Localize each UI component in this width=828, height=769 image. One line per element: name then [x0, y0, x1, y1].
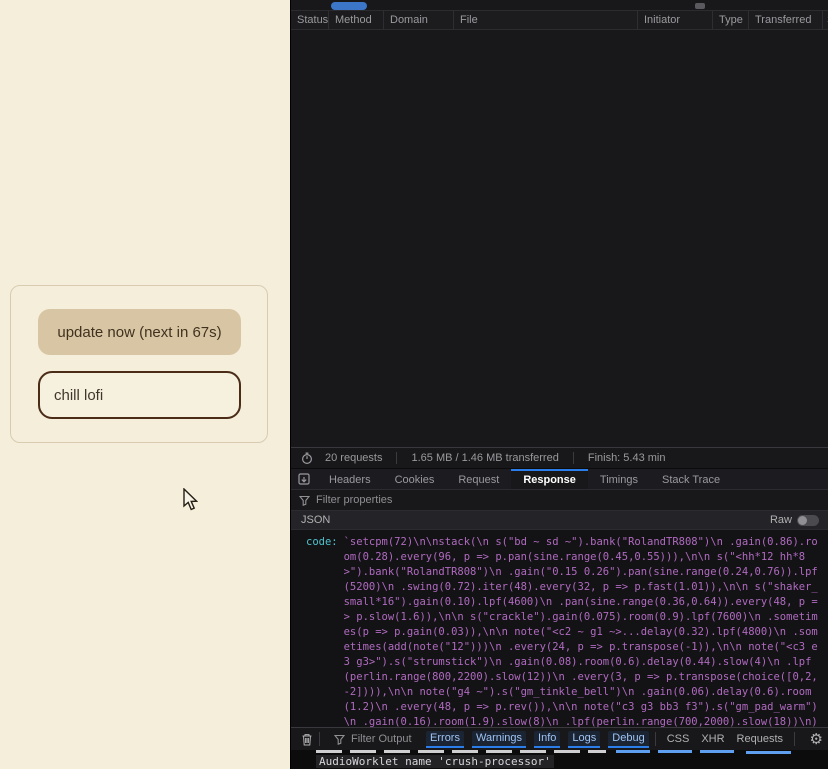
response-json-view: code: `setcpm(72)\n\nstack(\n s("bd ~ sd… [291, 530, 828, 727]
raw-toggle-switch[interactable] [797, 515, 819, 526]
filter-pill-info[interactable]: Info [534, 731, 560, 748]
request-count: 20 requests [321, 452, 386, 464]
json-section-label: JSON [301, 514, 330, 526]
request-detail-tabs: HeadersCookiesRequestResponseTimingsStac… [291, 468, 828, 490]
column-header-type[interactable]: Type [713, 11, 749, 29]
tab-cookies[interactable]: Cookies [383, 469, 447, 489]
json-section-header[interactable]: JSON Raw [291, 511, 828, 530]
console-log-line: AudioWorklet name 'crush-processor' [316, 755, 554, 768]
tab-stack-trace[interactable]: Stack Trace [650, 469, 732, 489]
json-value-code: `setcpm(72)\n\nstack(\n s("bd ~ sd ~").b… [344, 535, 821, 727]
filter-pill-errors[interactable]: Errors [426, 731, 464, 748]
network-summary-bar: 20 requests 1.65 MB / 1.46 MB transferre… [291, 447, 828, 467]
all-filter-button-clipped[interactable] [331, 2, 367, 10]
web-page: update now (next in 67s) [0, 0, 290, 769]
raw-toggle-label: Raw [770, 514, 792, 526]
tab-timings[interactable]: Timings [588, 469, 650, 489]
filter-pill-debug[interactable]: Debug [608, 731, 648, 748]
table-header-row: StatusMethodDomainFileInitiatorTypeTrans… [291, 11, 828, 30]
finish-time: Finish: 5.43 min [584, 452, 670, 464]
column-header-transferred[interactable]: Transferred [749, 11, 823, 29]
trash-icon[interactable] [301, 733, 313, 746]
timer-icon [301, 452, 313, 464]
tab-response[interactable]: Response [511, 469, 588, 489]
column-header-status[interactable]: Status [291, 11, 329, 29]
divider [319, 732, 320, 746]
divider [573, 452, 574, 464]
network-toolbar-clipped [291, 0, 828, 11]
console-log-clipped [316, 750, 816, 754]
column-header-domain[interactable]: Domain [384, 11, 454, 29]
devtools-panel: StatusMethodDomainFileInitiatorTypeTrans… [290, 0, 828, 769]
console-settings-gear-icon[interactable]: ⚙ [810, 730, 823, 748]
divider [396, 452, 397, 464]
json-key-code[interactable]: code: [306, 535, 338, 727]
column-header-initiator[interactable]: Initiator [638, 11, 713, 29]
network-request-table: StatusMethodDomainFileInitiatorTypeTrans… [291, 11, 828, 30]
console-toolbar: Filter Output Errors Warnings Info Logs Debu… [291, 727, 828, 750]
mouse-cursor-icon [182, 488, 198, 512]
column-header-size[interactable]: Size [823, 11, 828, 29]
tab-headers[interactable]: Headers [317, 469, 383, 489]
controls-card: update now (next in 67s) [10, 285, 268, 443]
filter-properties-placeholder: Filter properties [316, 494, 392, 506]
filter-xhr[interactable]: XHR [696, 733, 729, 745]
tab-request[interactable]: Request [446, 469, 511, 489]
filter-css[interactable]: CSS [662, 733, 695, 745]
panel-toggle-icon[interactable] [291, 469, 317, 489]
funnel-icon [299, 495, 310, 506]
console-link-clipped [746, 751, 791, 754]
update-now-button[interactable]: update now (next in 67s) [38, 309, 241, 355]
divider [794, 732, 795, 746]
toolbar-icon-clipped [695, 3, 705, 9]
filter-pill-logs[interactable]: Logs [568, 731, 600, 748]
category-filters: CSSXHRRequests [662, 733, 788, 745]
filter-pill-warnings[interactable]: Warnings [472, 731, 526, 748]
console-output: AudioWorklet name 'crush-processor' [291, 750, 828, 769]
log-level-filters: Errors Warnings Info Logs Debug [426, 731, 649, 748]
funnel-icon [334, 734, 345, 745]
prompt-input[interactable] [38, 371, 241, 419]
filter-properties-input[interactable]: Filter properties [291, 490, 828, 511]
filter-output-input[interactable]: Filter Output [351, 733, 412, 745]
transferred-total: 1.65 MB / 1.46 MB transferred [407, 452, 562, 464]
column-header-method[interactable]: Method [329, 11, 384, 29]
filter-requests[interactable]: Requests [732, 733, 788, 745]
divider [655, 732, 656, 746]
column-header-file[interactable]: File [454, 11, 638, 29]
